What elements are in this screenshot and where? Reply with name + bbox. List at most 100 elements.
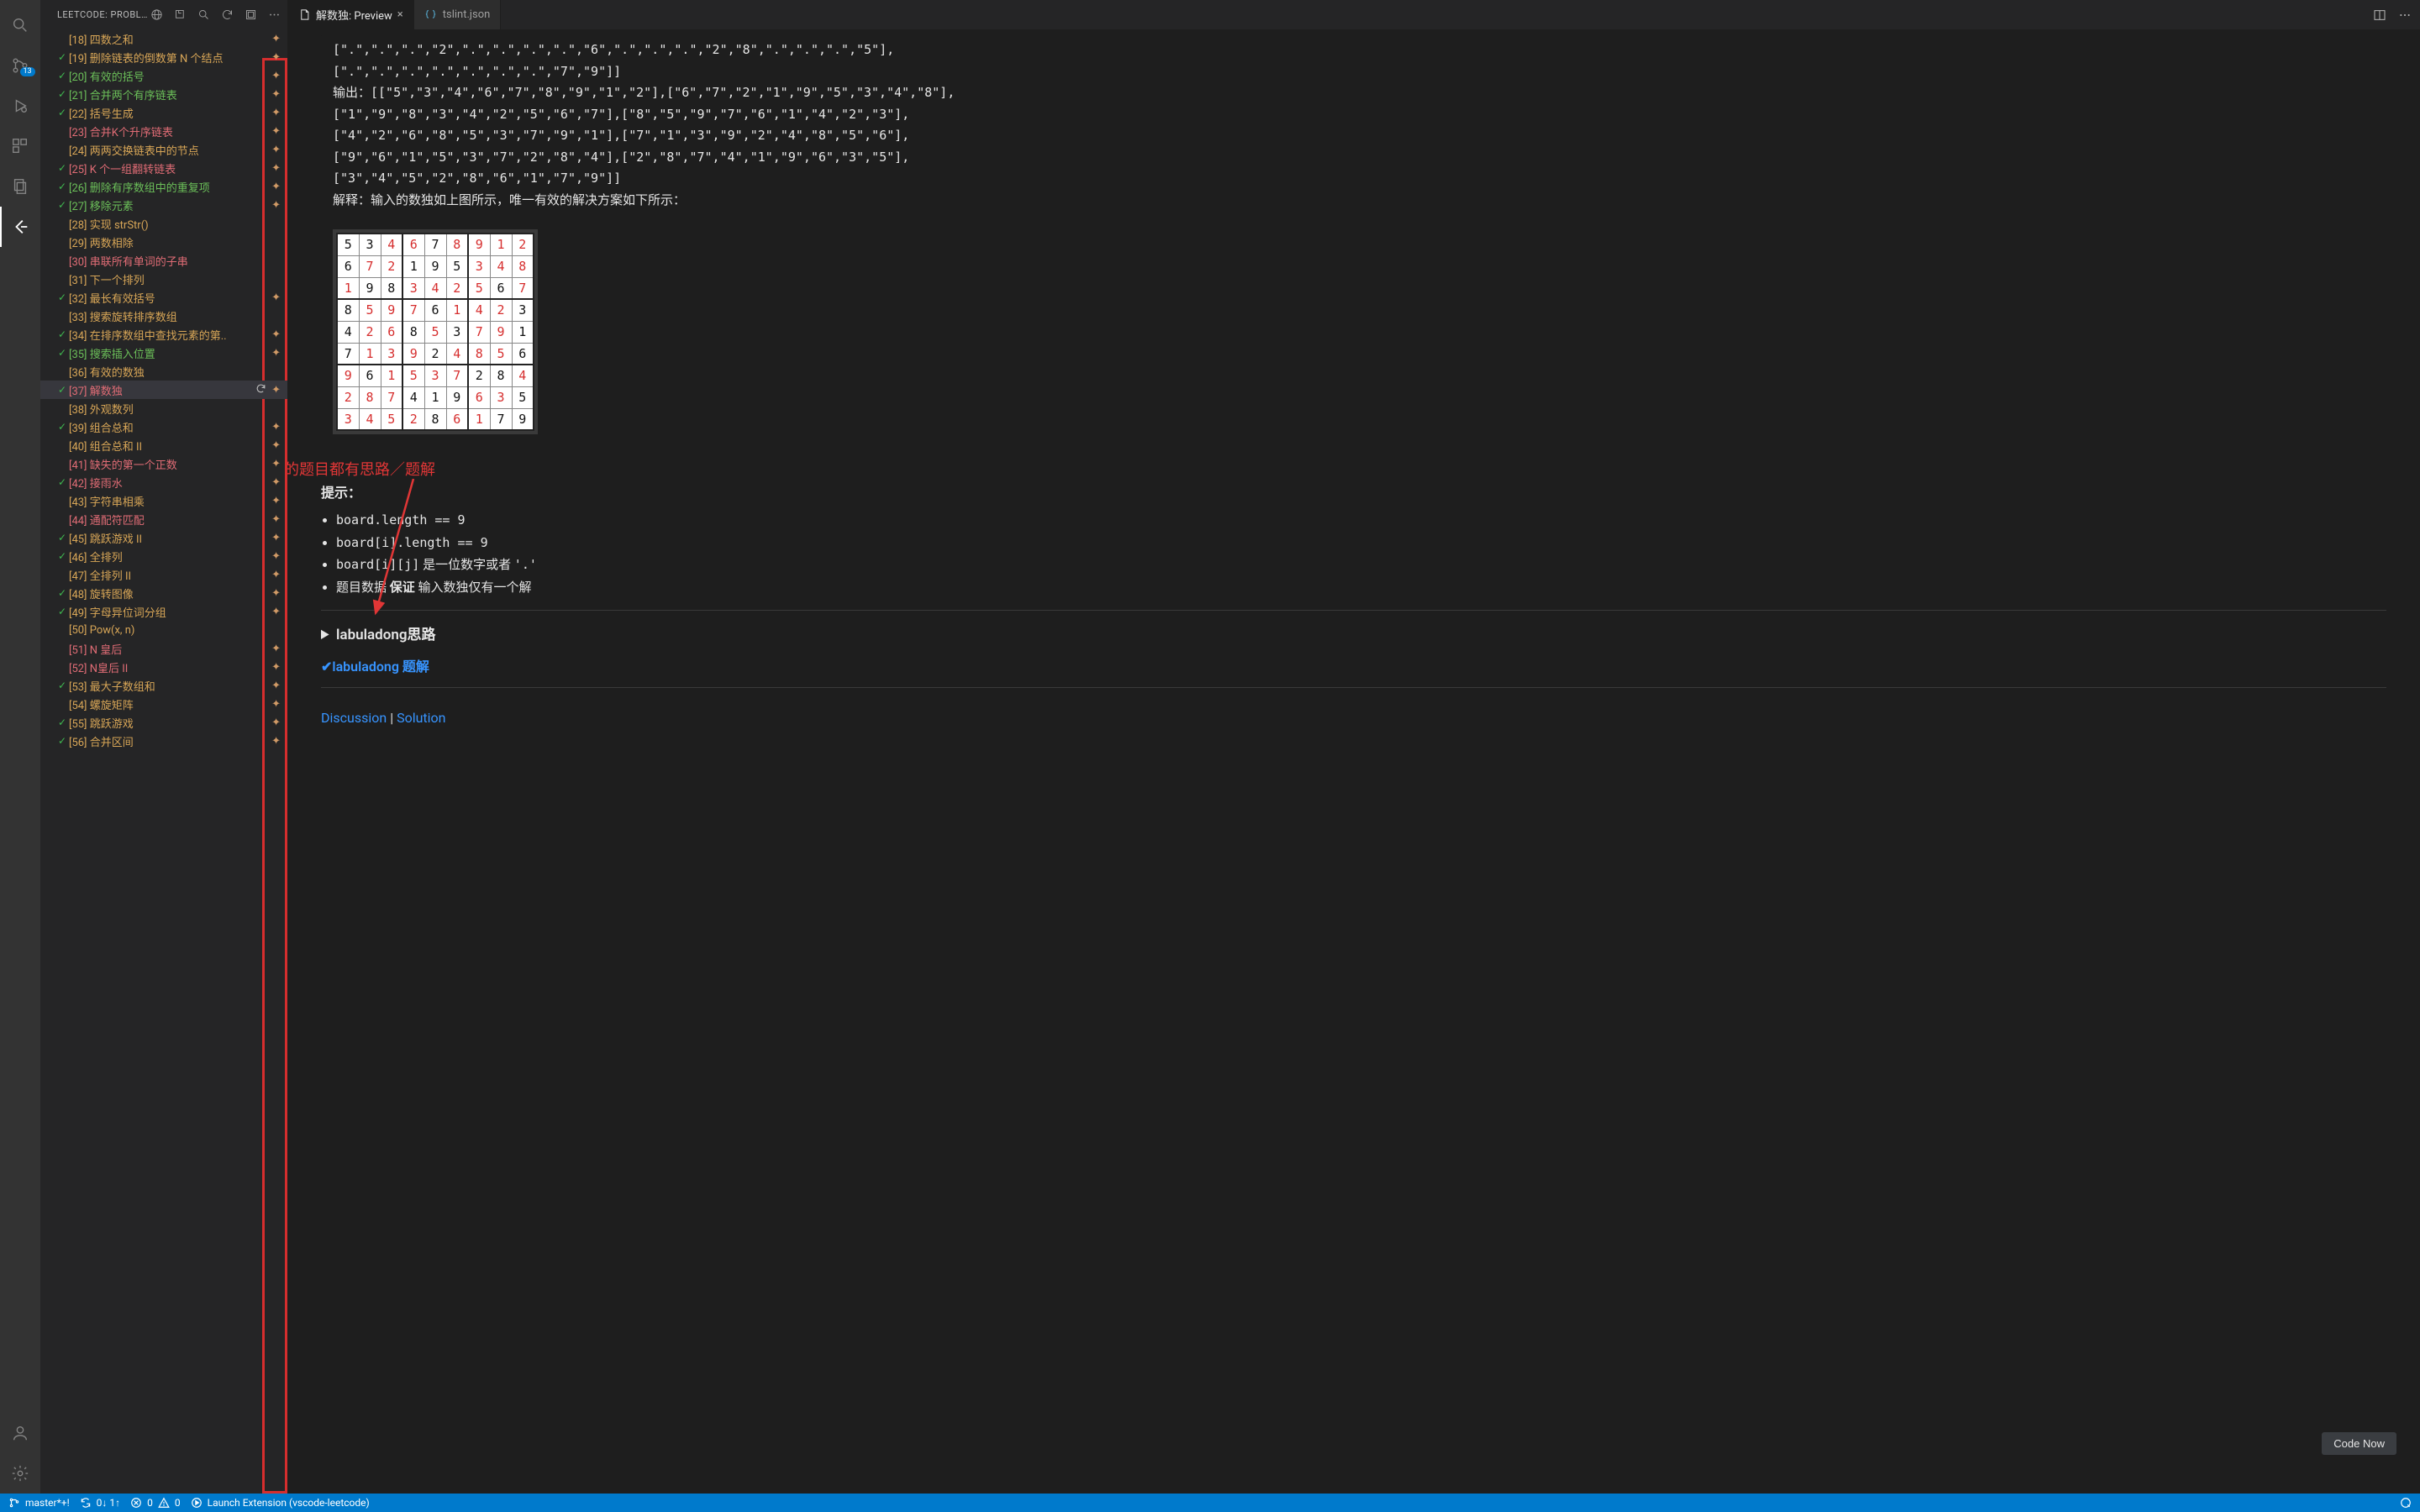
problem-label: [28] 实现 strStr() bbox=[69, 216, 281, 232]
sudoku-cell: 8 bbox=[402, 321, 424, 343]
problem-row[interactable]: ✓[42] 接雨水✦ bbox=[40, 473, 287, 491]
sudoku-cell: 5 bbox=[337, 234, 359, 255]
problem-row[interactable]: ✓[56] 合并区间✦ bbox=[40, 732, 287, 750]
feedback-icon[interactable] bbox=[2400, 1497, 2412, 1509]
problem-row[interactable]: [18] 四数之和✦ bbox=[40, 29, 287, 48]
star-icon: ✦ bbox=[271, 458, 281, 470]
star-icon: ✦ bbox=[271, 347, 281, 360]
problem-list[interactable]: [18] 四数之和✦✓[19] 删除链表的倒数第 N 个结点✦✓[20] 有效的… bbox=[40, 29, 287, 750]
sudoku-cell: 9 bbox=[359, 277, 381, 299]
problem-row[interactable]: ✓[49] 字母异位词分组✦ bbox=[40, 602, 287, 621]
problem-row[interactable]: ✓[53] 最大子数组和✦ bbox=[40, 676, 287, 695]
sudoku-cell: 8 bbox=[512, 255, 534, 277]
debug-icon[interactable] bbox=[0, 86, 40, 126]
problem-row[interactable]: ✓[32] 最长有效括号✦ bbox=[40, 288, 287, 307]
more-icon[interactable] bbox=[267, 8, 281, 22]
source-control-icon[interactable]: 13 bbox=[0, 45, 40, 86]
star-icon: ✦ bbox=[271, 643, 281, 655]
sudoku-cell: 8 bbox=[468, 343, 490, 365]
sudoku-cell: 9 bbox=[402, 343, 424, 365]
problem-row[interactable]: [47] 全排列 II✦ bbox=[40, 565, 287, 584]
sudoku-cell: 9 bbox=[512, 408, 534, 430]
search-icon[interactable] bbox=[197, 8, 210, 22]
tab[interactable]: 解数独: Preview× bbox=[287, 0, 414, 29]
account-icon[interactable] bbox=[0, 1413, 40, 1453]
problem-row[interactable]: [41] 缺失的第一个正数✦ bbox=[40, 454, 287, 473]
files-icon[interactable] bbox=[0, 166, 40, 207]
extensions-icon[interactable] bbox=[0, 126, 40, 166]
settings-gear-icon[interactable] bbox=[0, 1453, 40, 1494]
problem-row[interactable]: [38] 外观数列 bbox=[40, 399, 287, 417]
task-status[interactable]: Launch Extension (vscode-leetcode) bbox=[191, 1497, 370, 1509]
star-icon: ✦ bbox=[271, 550, 281, 563]
discussion-link[interactable]: Discussion bbox=[321, 710, 387, 726]
problem-row[interactable]: ✓[48] 旋转图像✦ bbox=[40, 584, 287, 602]
sudoku-cell: 1 bbox=[359, 343, 381, 365]
sudoku-cell: 5 bbox=[490, 343, 512, 365]
problem-row[interactable]: ✓[25] K 个一组翻转链表✦ bbox=[40, 159, 287, 177]
sudoku-cell: 6 bbox=[381, 321, 402, 343]
problem-row[interactable]: [50] Pow(x, n) bbox=[40, 621, 287, 639]
search-icon[interactable] bbox=[0, 5, 40, 45]
sudoku-cell: 5 bbox=[359, 299, 381, 321]
sudoku-cell: 6 bbox=[424, 299, 446, 321]
code-now-button[interactable]: Code Now bbox=[2322, 1432, 2396, 1455]
problem-row[interactable]: [43] 字符串相乘✦ bbox=[40, 491, 287, 510]
problem-row[interactable]: ✓[21] 合并两个有序链表✦ bbox=[40, 85, 287, 103]
problem-row[interactable]: ✓[37] 解数独✦ bbox=[40, 381, 287, 399]
preview-content[interactable]: [".",".",".","2",".",".",".",".","6","."… bbox=[287, 29, 2420, 1494]
refresh-icon[interactable] bbox=[220, 8, 234, 22]
done-check-icon: ✓ bbox=[55, 347, 69, 359]
refresh-icon[interactable] bbox=[255, 383, 266, 397]
problem-row[interactable]: ✓[19] 删除链表的倒数第 N 个结点✦ bbox=[40, 48, 287, 66]
more-actions-icon[interactable] bbox=[2398, 8, 2412, 22]
problem-row[interactable]: [51] N 皇后✦ bbox=[40, 639, 287, 658]
git-sync[interactable]: 0↓ 1↑ bbox=[80, 1497, 120, 1509]
problem-row[interactable]: [30] 串联所有单词的子串 bbox=[40, 251, 287, 270]
sudoku-cell: 3 bbox=[512, 299, 534, 321]
close-icon[interactable]: × bbox=[397, 8, 403, 21]
done-check-icon: ✓ bbox=[55, 717, 69, 728]
problem-row[interactable]: ✓[34] 在排序数组中查找元素的第..✦ bbox=[40, 325, 287, 344]
tab[interactable]: tslint.json bbox=[414, 0, 502, 29]
globe-icon[interactable] bbox=[150, 8, 163, 22]
problem-label: [50] Pow(x, n) bbox=[69, 624, 281, 637]
problem-row[interactable]: ✓[46] 全排列✦ bbox=[40, 547, 287, 565]
problem-row[interactable]: [24] 两两交换链表中的节点✦ bbox=[40, 140, 287, 159]
problem-row[interactable]: [36] 有效的数独 bbox=[40, 362, 287, 381]
external-link-icon[interactable] bbox=[173, 8, 187, 22]
problem-label: [38] 外观数列 bbox=[69, 401, 281, 417]
problem-row[interactable]: [28] 实现 strStr() bbox=[40, 214, 287, 233]
problem-row[interactable]: [44] 通配符匹配✦ bbox=[40, 510, 287, 528]
problem-row[interactable]: [54] 螺旋矩阵✦ bbox=[40, 695, 287, 713]
leetcode-icon[interactable] bbox=[0, 207, 40, 247]
problem-row[interactable]: ✓[55] 跳跃游戏✦ bbox=[40, 713, 287, 732]
problem-label: [36] 有效的数独 bbox=[69, 364, 281, 380]
problem-row[interactable]: ✓[20] 有效的括号✦ bbox=[40, 66, 287, 85]
problem-row[interactable]: ✓[26] 删除有序数组中的重复项✦ bbox=[40, 177, 287, 196]
problem-row[interactable]: [40] 组合总和 II✦ bbox=[40, 436, 287, 454]
problem-row[interactable]: [29] 两数相除 bbox=[40, 233, 287, 251]
problem-row[interactable]: ✓[35] 搜索插入位置✦ bbox=[40, 344, 287, 362]
problem-row[interactable]: ✓[45] 跳跃游戏 II✦ bbox=[40, 528, 287, 547]
collapse-icon[interactable] bbox=[244, 8, 257, 22]
git-branch[interactable]: master*+! bbox=[8, 1497, 70, 1509]
solution-link[interactable]: Solution bbox=[397, 710, 445, 726]
problem-row[interactable]: [33] 搜索旋转排序数组 bbox=[40, 307, 287, 325]
problems-status[interactable]: 0 0 bbox=[130, 1497, 181, 1509]
split-editor-icon[interactable] bbox=[2373, 8, 2386, 22]
labuladong-thoughts[interactable]: labuladong思路 bbox=[321, 622, 2386, 643]
sudoku-cell: 4 bbox=[424, 277, 446, 299]
sidebar: LEETCODE: PROBLE… [18] 四数之和✦✓[19] 删除链表的倒… bbox=[40, 0, 287, 1494]
star-icon: ✦ bbox=[271, 384, 281, 396]
problem-row[interactable]: [23] 合并K个升序链表✦ bbox=[40, 122, 287, 140]
labuladong-solution-link[interactable]: ✔labuladong 题解 bbox=[321, 659, 429, 675]
problem-row[interactable]: ✓[22] 括号生成✦ bbox=[40, 103, 287, 122]
sudoku-cell: 4 bbox=[468, 299, 490, 321]
thoughts-summary[interactable]: labuladong思路 bbox=[321, 622, 2386, 643]
problem-row[interactable]: [52] N皇后 II✦ bbox=[40, 658, 287, 676]
problem-row[interactable]: ✓[39] 组合总和✦ bbox=[40, 417, 287, 436]
problem-row[interactable]: ✓[27] 移除元素✦ bbox=[40, 196, 287, 214]
star-icon: ✦ bbox=[271, 421, 281, 433]
problem-row[interactable]: [31] 下一个排列 bbox=[40, 270, 287, 288]
